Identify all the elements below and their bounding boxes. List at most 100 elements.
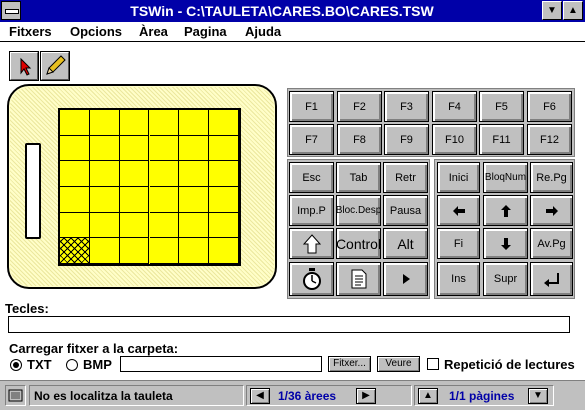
minimize-button[interactable]: ▼ [542, 1, 562, 20]
key-esc[interactable]: Esc [289, 162, 334, 193]
tablet-cell[interactable] [209, 110, 239, 136]
tablet-cell[interactable] [119, 238, 150, 264]
key-inici[interactable]: Inici [437, 162, 480, 193]
tablet-cell[interactable] [149, 238, 180, 264]
file-path-field[interactable] [120, 356, 322, 372]
key-f2[interactable]: F2 [337, 91, 382, 122]
tablet-cell[interactable] [89, 212, 120, 239]
key-fi[interactable]: Fi [437, 228, 480, 259]
menu-pagina[interactable]: Pagina [184, 24, 227, 39]
tablet-cell[interactable] [179, 212, 210, 239]
key-control[interactable]: Control [336, 228, 381, 259]
key-tab[interactable]: Tab [336, 162, 381, 193]
next-area-button[interactable]: ▶ [356, 388, 376, 404]
key-pausa[interactable]: Pausa [383, 195, 428, 226]
next-page-button[interactable]: ▼ [528, 388, 548, 404]
browse-file-button[interactable]: Fitxer... [328, 356, 371, 372]
tablet-cell[interactable] [60, 212, 90, 239]
prev-area-button[interactable]: ◀ [250, 388, 270, 404]
tablet-cell[interactable] [149, 161, 180, 187]
menu-area[interactable]: Àrea [139, 24, 168, 39]
arrow-left-icon [452, 205, 465, 216]
key-f12[interactable]: F12 [527, 124, 572, 155]
tablet-cell[interactable] [60, 161, 90, 187]
tablet-cell[interactable] [179, 135, 210, 162]
system-menu-icon [5, 9, 19, 14]
document-icon [351, 269, 366, 289]
radio-txt[interactable] [10, 359, 22, 371]
tablet-cell[interactable] [209, 135, 239, 162]
key-f4[interactable]: F4 [432, 91, 477, 122]
key-alt[interactable]: Alt [383, 228, 428, 259]
maximize-button[interactable]: ▲ [563, 1, 583, 20]
key-imp-p[interactable]: Imp.P [289, 195, 334, 226]
key-timer[interactable] [289, 262, 334, 296]
menu-ajuda[interactable]: Ajuda [245, 24, 281, 39]
menu-opcions[interactable]: Opcions [70, 24, 122, 39]
key-f6[interactable]: F6 [527, 91, 572, 122]
tablet-cell[interactable] [89, 135, 120, 162]
tablet-cell[interactable] [149, 135, 180, 162]
tablet-cell[interactable] [149, 187, 180, 213]
tablet-cell[interactable] [209, 212, 239, 239]
key-bloc-desp[interactable]: Bloc.Desp [336, 195, 381, 226]
key-shift[interactable] [289, 228, 334, 259]
key-supr[interactable]: Supr [483, 262, 528, 296]
tablet-cell[interactable] [89, 161, 120, 187]
key-f8[interactable]: F8 [337, 124, 382, 155]
key-f11[interactable]: F11 [479, 124, 524, 155]
tablet-cell[interactable] [119, 187, 150, 213]
tablet-cell[interactable] [209, 161, 239, 187]
pointer-tool-button[interactable] [9, 51, 39, 81]
key-bloqnum[interactable]: BloqNum [483, 162, 528, 193]
tablet-cell[interactable] [60, 135, 90, 162]
tablet-cell[interactable] [89, 110, 120, 136]
pencil-tool-button[interactable] [40, 51, 70, 81]
prev-page-button[interactable]: ▲ [418, 388, 438, 404]
tecles-field[interactable] [8, 316, 570, 333]
tablet-cell[interactable] [179, 110, 210, 136]
key-play[interactable] [383, 262, 428, 296]
tablet-cell[interactable] [119, 212, 150, 239]
radio-bmp[interactable] [66, 359, 78, 371]
tablet-cell[interactable] [209, 238, 239, 264]
arrow-right-icon [545, 205, 558, 216]
tablet-cell[interactable] [209, 187, 239, 213]
key-arrow-left[interactable] [437, 195, 480, 226]
key-arrow-up[interactable] [483, 195, 528, 226]
key-f7[interactable]: F7 [289, 124, 334, 155]
key-av-pg[interactable]: Av.Pg [530, 228, 573, 259]
repeat-readings-checkbox[interactable] [427, 358, 439, 370]
key-ins[interactable]: Ins [437, 262, 480, 296]
system-menu-button[interactable] [1, 1, 21, 20]
radio-txt-label: TXT [27, 357, 52, 372]
tablet-grid[interactable] [58, 108, 241, 266]
key-retr[interactable]: Retr [383, 162, 428, 193]
key-arrow-right[interactable] [530, 195, 573, 226]
tablet-cell[interactable] [60, 110, 90, 136]
enter-icon [543, 273, 559, 287]
tablet-cell[interactable] [119, 135, 150, 162]
key-enter[interactable] [530, 262, 573, 296]
tablet-cell[interactable] [149, 212, 180, 239]
key-re-pg[interactable]: Re.Pg [530, 162, 573, 193]
key-f9[interactable]: F9 [384, 124, 429, 155]
tablet-cell[interactable] [179, 161, 210, 187]
key-f5[interactable]: F5 [479, 91, 524, 122]
tablet-cell[interactable] [179, 238, 210, 264]
tablet-cell[interactable] [60, 238, 90, 264]
key-f1[interactable]: F1 [289, 91, 334, 122]
key-f3[interactable]: F3 [384, 91, 429, 122]
tablet-cell[interactable] [179, 187, 210, 213]
tablet-cell[interactable] [89, 187, 120, 213]
key-arrow-down[interactable] [483, 228, 528, 259]
view-button[interactable]: Veure [377, 356, 420, 372]
tablet-cell[interactable] [149, 110, 180, 136]
tablet-cell[interactable] [60, 187, 90, 213]
tablet-cell[interactable] [89, 238, 120, 264]
key-document[interactable] [336, 262, 381, 296]
key-f10[interactable]: F10 [432, 124, 477, 155]
menu-fitxers[interactable]: Fitxers [9, 24, 52, 39]
tablet-cell[interactable] [119, 110, 150, 136]
tablet-cell[interactable] [119, 161, 150, 187]
